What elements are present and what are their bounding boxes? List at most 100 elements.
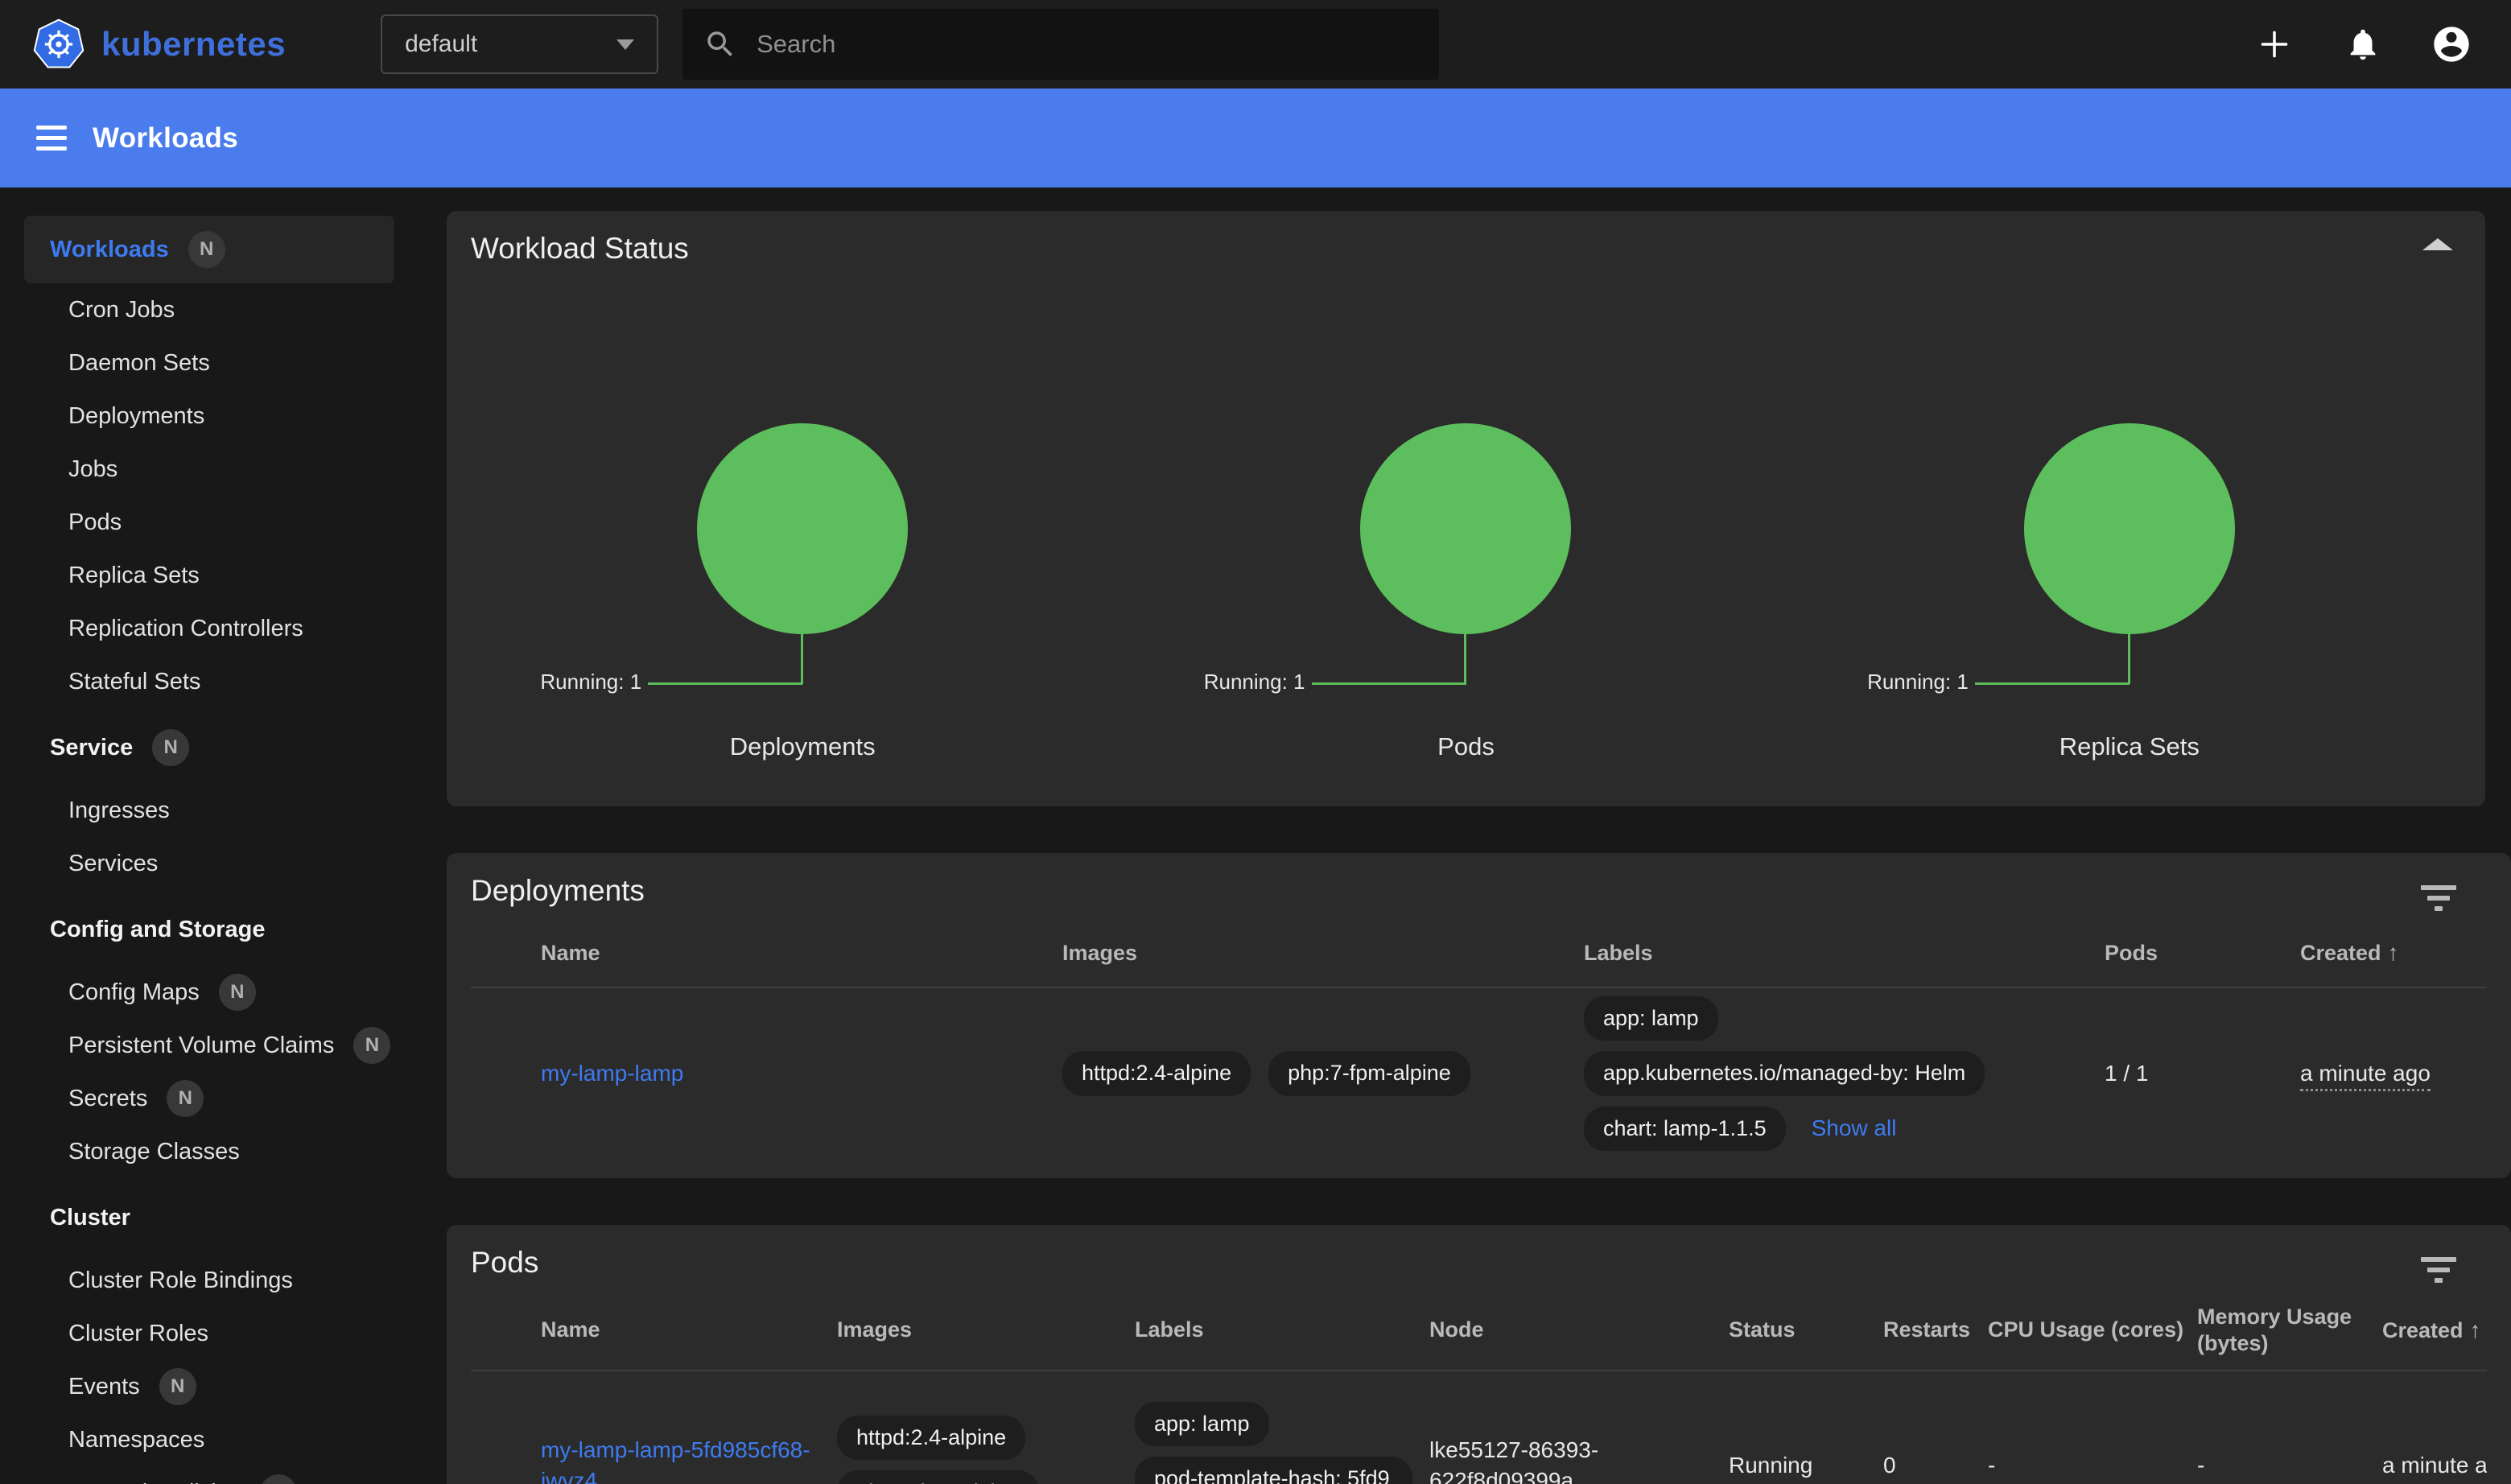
sidebar-item-cron-jobs[interactable]: Cron Jobs — [0, 283, 418, 336]
app-bar: Workloads — [0, 89, 2511, 188]
column-header-created[interactable]: Created↑ — [2300, 939, 2484, 979]
create-resource-button[interactable] — [2253, 23, 2295, 65]
pod-memory-usage: - — [2197, 1453, 2382, 1478]
chart-title: Deployments — [471, 732, 1134, 761]
pod-restarts: 0 — [1883, 1453, 1988, 1478]
pie-label: Running: 1 — [1867, 670, 1969, 695]
pie-slice-running — [1360, 423, 1571, 634]
filter-icon[interactable] — [2419, 885, 2458, 911]
pod-node: lke55127-86393-622f8d09399a — [1429, 1435, 1631, 1484]
show-all-link[interactable]: Show all — [1812, 1115, 1897, 1141]
namespace-selector[interactable]: default — [381, 14, 658, 74]
label-chip: pod-template-hash: 5fd985cf68 — [1135, 1457, 1412, 1484]
sidebar-item-ingresses[interactable]: Ingresses — [0, 784, 418, 837]
column-header-labels: Labels — [1584, 940, 2105, 979]
top-header: kubernetes default — [0, 0, 2511, 89]
pods-title: Pods — [471, 1246, 2487, 1280]
sidebar-item-service[interactable]: Service N — [0, 721, 418, 774]
sidebar-item-cluster-roles[interactable]: Cluster Roles — [0, 1307, 418, 1360]
sidebar-item-storage-classes[interactable]: Storage Classes — [0, 1125, 418, 1178]
pods-table-header: Name Images Labels Node Status Restarts … — [471, 1304, 2487, 1371]
pie-label: Running: 1 — [1204, 670, 1305, 695]
new-badge: N — [260, 1474, 297, 1484]
pie-label: Running: 1 — [540, 670, 641, 695]
deployment-name-link[interactable]: my-lamp-lamp — [541, 1061, 683, 1086]
sidebar-item-workloads[interactable]: Workloads N — [24, 216, 394, 283]
deployment-table-row[interactable]: my-lamp-lamp httpd:2.4-alpine php:7-fpm-… — [471, 988, 2487, 1159]
new-badge: N — [353, 1027, 390, 1064]
pod-cpu-usage: - — [1988, 1453, 2197, 1478]
sidebar-section-config-and-storage[interactable]: Config and Storage — [0, 903, 418, 956]
deployments-card: Deployments Name Images Labels Pods Crea… — [447, 853, 2511, 1178]
pie-slice-running — [2024, 423, 2235, 634]
pod-table-row[interactable]: my-lamp-lamp-5fd985cf68-jwvz4 httpd:2.4-… — [471, 1371, 2487, 1484]
column-header-name[interactable]: Name — [541, 940, 1062, 979]
kubernetes-logo-icon — [32, 18, 85, 71]
chart-title: Pods — [1134, 732, 1797, 761]
column-header-status: Status — [1729, 1317, 1883, 1356]
sidebar-item-deployments[interactable]: Deployments — [0, 390, 418, 443]
image-chip: php:7-fpm-alpine — [1268, 1051, 1470, 1095]
page-title: Workloads — [93, 122, 238, 155]
column-header-created[interactable]: Created↑ — [2382, 1317, 2487, 1357]
label-chip: app: lamp — [1584, 996, 1718, 1041]
chart-title: Replica Sets — [1798, 732, 2461, 761]
image-chip: httpd:2.4-alpine — [837, 1416, 1025, 1460]
notifications-bell-icon[interactable] — [2342, 23, 2384, 65]
workload-status-title: Workload Status — [471, 232, 2461, 266]
deployment-pods-count: 1 / 1 — [2105, 1061, 2300, 1086]
new-badge: N — [219, 974, 256, 1011]
created-timestamp: a minute ago — [2382, 1453, 2487, 1478]
account-avatar-icon[interactable] — [2431, 23, 2472, 65]
new-badge: N — [167, 1080, 204, 1117]
pods-pie-chart: Running: 1 Pods — [1134, 272, 1797, 803]
column-header-memory-usage: Memory Usage (bytes) — [2197, 1304, 2382, 1370]
sidebar-item-stateful-sets[interactable]: Stateful Sets — [0, 655, 418, 708]
sidebar-item-replica-sets[interactable]: Replica Sets — [0, 549, 418, 602]
column-header-pods: Pods — [2105, 940, 2300, 979]
search-icon — [703, 27, 737, 61]
pod-status: Running — [1729, 1453, 1883, 1478]
sidebar-item-events[interactable]: Events N — [0, 1360, 418, 1413]
column-header-node: Node — [1429, 1317, 1729, 1356]
sidebar-nav: Workloads N Cron Jobs Daemon Sets Deploy… — [0, 188, 418, 1484]
sidebar-item-services[interactable]: Services — [0, 837, 418, 890]
search-input[interactable] — [757, 30, 1418, 59]
sidebar-item-secrets[interactable]: Secrets N — [0, 1072, 418, 1125]
new-badge: N — [159, 1368, 196, 1405]
sidebar-item-config-maps[interactable]: Config Maps N — [0, 966, 418, 1019]
pod-name-link[interactable]: my-lamp-lamp-5fd985cf68-jwvz4 — [541, 1435, 810, 1484]
chevron-down-icon — [616, 39, 634, 50]
workload-status-charts: Running: 1 Deployments Running: 1 Pods R… — [471, 272, 2461, 803]
column-header-images: Images — [837, 1317, 1135, 1356]
sidebar-item-cluster-role-bindings[interactable]: Cluster Role Bindings — [0, 1254, 418, 1307]
pod-labels: app: lamp pod-template-hash: 5fd985cf68 — [1135, 1402, 1429, 1484]
menu-hamburger-icon[interactable] — [36, 126, 67, 150]
main-content: Workload Status Running: 1 Deployments R… — [418, 188, 2511, 1484]
sidebar-item-daemon-sets[interactable]: Daemon Sets — [0, 336, 418, 390]
sidebar-item-pods[interactable]: Pods — [0, 496, 418, 549]
image-chip: httpd:2.4-alpine — [1062, 1051, 1251, 1095]
workload-status-card: Workload Status Running: 1 Deployments R… — [447, 211, 2485, 806]
sort-ascending-icon: ↑ — [2388, 940, 2399, 965]
label-chip: app: lamp — [1135, 1402, 1269, 1446]
deployments-table-header: Name Images Labels Pods Created↑ — [471, 932, 2487, 988]
column-header-name[interactable]: Name — [541, 1317, 837, 1356]
column-header-restarts: Restarts — [1883, 1317, 1988, 1356]
namespace-value: default — [405, 31, 616, 58]
label-chip: app.kubernetes.io/managed-by: Helm — [1584, 1051, 1985, 1095]
sidebar-item-replication-controllers[interactable]: Replication Controllers — [0, 602, 418, 655]
created-timestamp: a minute ago — [2300, 1061, 2431, 1091]
sidebar-item-persistent-volume-claims[interactable]: Persistent Volume Claims N — [0, 1019, 418, 1072]
kubernetes-brand[interactable]: kubernetes — [32, 18, 286, 71]
filter-icon[interactable] — [2419, 1257, 2458, 1283]
sidebar-item-network-policies[interactable]: Network Policies N — [0, 1466, 418, 1484]
column-header-images: Images — [1062, 940, 1584, 979]
pod-images: httpd:2.4-alpine php:7-fpm-alpine — [837, 1416, 1135, 1484]
collapse-chevron-up-icon[interactable] — [2422, 238, 2453, 250]
sidebar-item-jobs[interactable]: Jobs — [0, 443, 418, 496]
search-bar[interactable] — [682, 9, 1439, 80]
sidebar-section-cluster[interactable]: Cluster — [0, 1191, 418, 1244]
sidebar-item-namespaces[interactable]: Namespaces — [0, 1413, 418, 1466]
deployment-labels: app: lamp app.kubernetes.io/managed-by: … — [1584, 996, 2105, 1150]
